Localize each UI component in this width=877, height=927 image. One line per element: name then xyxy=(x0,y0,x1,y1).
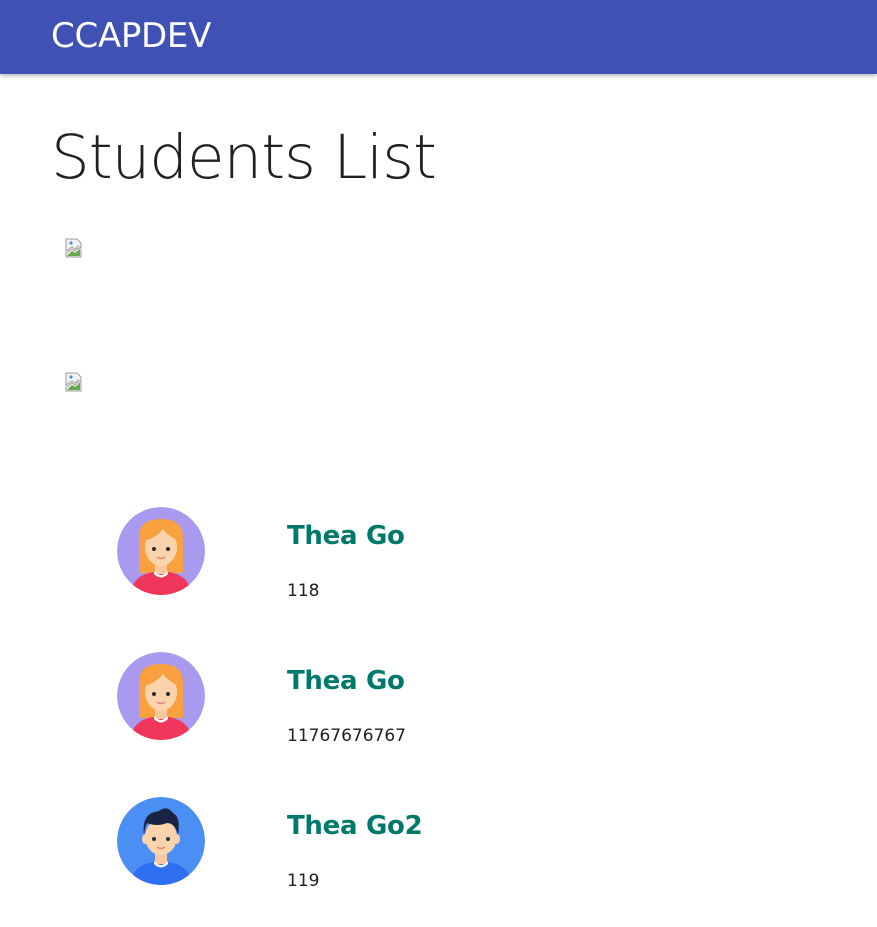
student-name[interactable]: Thea Go2 xyxy=(287,809,423,843)
student-id-number: 11767676767 xyxy=(287,726,406,746)
student-id-number: 118 xyxy=(287,581,320,601)
student-id-number: 119 xyxy=(287,871,320,891)
top-navbar: CCAPDEV xyxy=(0,0,877,74)
brand-logo-link[interactable]: CCAPDEV xyxy=(51,16,211,56)
student-name[interactable]: Thea Go xyxy=(287,664,405,698)
student-item[interactable]: Thea Go 118 xyxy=(0,507,877,617)
female-avatar-icon xyxy=(117,652,205,740)
male-avatar-icon xyxy=(117,797,205,885)
broken-image-icon xyxy=(65,372,83,392)
page-title: Students List xyxy=(51,122,437,193)
broken-image-icon xyxy=(65,238,83,258)
student-name[interactable]: Thea Go xyxy=(287,519,405,553)
student-item[interactable]: Thea Go2 119 xyxy=(0,797,877,907)
female-avatar-icon xyxy=(117,507,205,595)
student-item[interactable]: Thea Go 11767676767 xyxy=(0,652,877,762)
